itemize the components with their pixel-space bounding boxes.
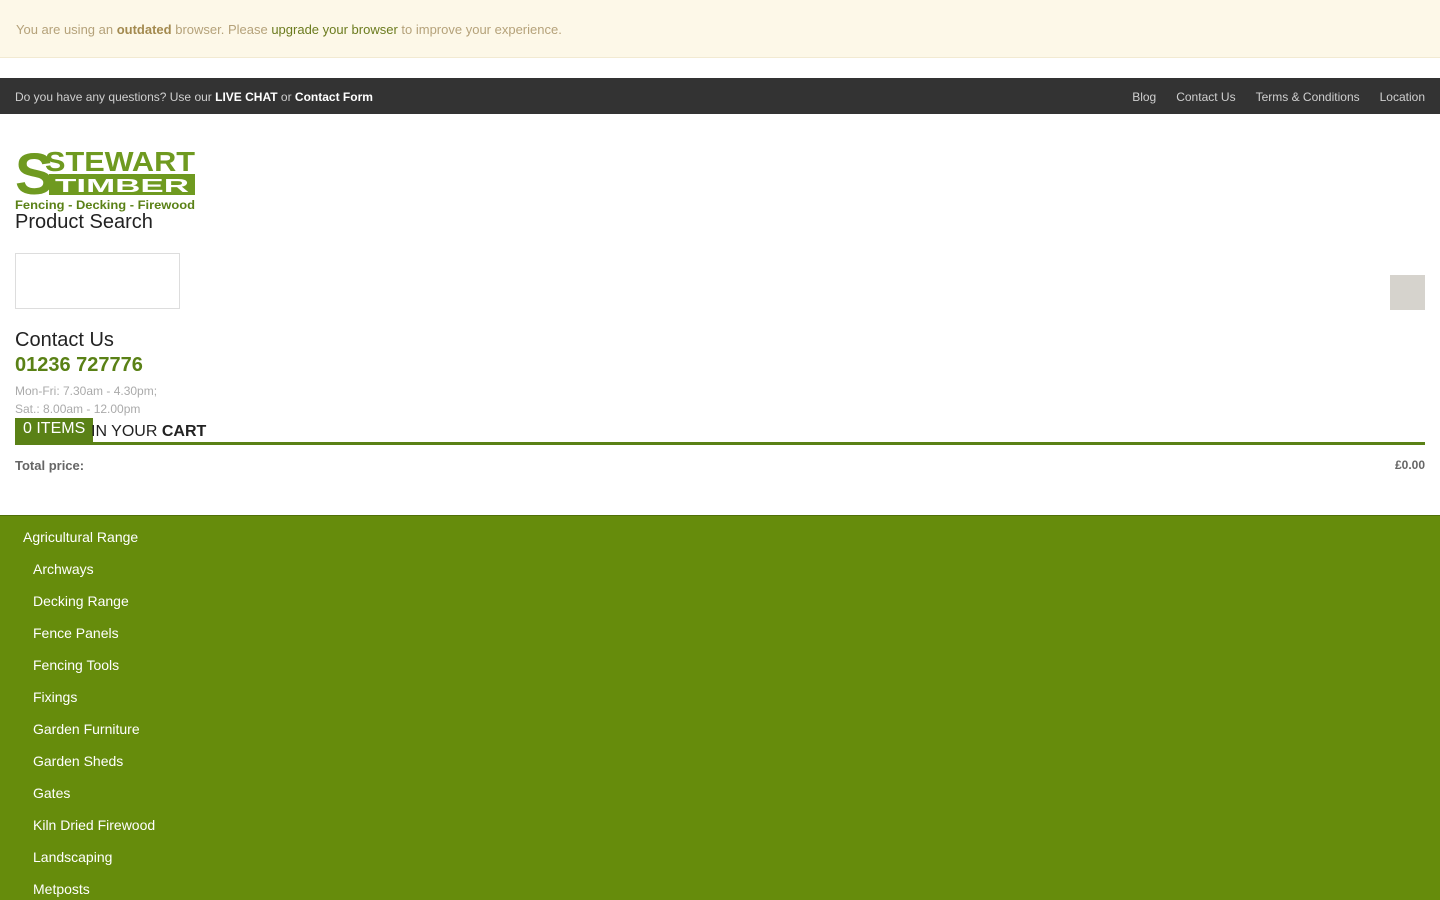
phone-number[interactable]: 01236 727776 — [15, 354, 143, 377]
menu-item-garden-sheds[interactable]: Garden Sheds — [0, 753, 1440, 785]
top-bar: Do you have any questions? Use our LIVE … — [0, 78, 1440, 114]
menu-item-agricultural-range[interactable]: Agricultural Range — [0, 529, 1440, 561]
menu-item-fence-panels[interactable]: Fence Panels — [0, 625, 1440, 657]
cart-word: CART — [161, 423, 207, 440]
contact-form-link[interactable]: Contact Form — [295, 90, 373, 104]
questions-text: Do you have any questions? Use our LIVE … — [15, 90, 373, 104]
menu-item-landscaping[interactable]: Landscaping — [0, 849, 1440, 881]
menu-item-archways[interactable]: Archways — [0, 561, 1440, 593]
total-price-label: Total price: — [15, 458, 85, 473]
outdated-browser-alert: You are using an outdated browser. Pleas… — [0, 0, 1440, 58]
top-nav-terms[interactable]: Terms & Conditions — [1256, 90, 1360, 104]
hours-saturday: Sat.: 8.00am - 12.00pm — [15, 402, 141, 416]
cart-in-your: IN YOUR — [91, 423, 162, 440]
category-menu: Agricultural Range Archways Decking Rang… — [0, 515, 1440, 900]
product-search-title: Product Search — [15, 211, 153, 233]
product-search-input[interactable] — [15, 253, 180, 309]
menu-item-fixings[interactable]: Fixings — [0, 689, 1440, 721]
alert-text-suffix: to improve your experience. — [397, 22, 562, 37]
upgrade-browser-link[interactable]: upgrade your browser — [271, 22, 397, 37]
logo-tagline: Fencing - Decking - Firewood — [15, 198, 195, 212]
opening-hours: Mon-Fri: 7.30am - 4.30pm; Sat.: 8.00am -… — [15, 382, 157, 418]
logo-word-timber: TIMBER — [55, 176, 189, 196]
questions-or: or — [277, 90, 295, 104]
contact-us-title: Contact Us — [15, 329, 114, 351]
logo-word-stewart: STEWART — [45, 146, 195, 177]
top-nav-blog[interactable]: Blog — [1132, 90, 1156, 104]
search-submit-button[interactable] — [1390, 275, 1425, 310]
alert-text-strong: outdated — [116, 22, 172, 37]
menu-item-kiln-dried-firewood[interactable]: Kiln Dried Firewood — [0, 817, 1440, 849]
alert-text-middle: browser. Please — [171, 22, 272, 37]
menu-item-decking-range[interactable]: Decking Range — [0, 593, 1440, 625]
top-nav-location[interactable]: Location — [1380, 90, 1425, 104]
top-nav: Blog Contact Us Terms & Conditions Locat… — [1132, 90, 1425, 104]
cart-divider — [15, 442, 1425, 445]
stewart-timber-logo[interactable]: S STEWART TIMBER Fencing - Decking - Fir… — [15, 144, 195, 212]
menu-item-fencing-tools[interactable]: Fencing Tools — [0, 657, 1440, 689]
live-chat-link[interactable]: LIVE CHAT — [215, 90, 277, 104]
menu-item-garden-furniture[interactable]: Garden Furniture — [0, 721, 1440, 753]
questions-prefix: Do you have any questions? Use our — [15, 90, 216, 104]
top-nav-contact-us[interactable]: Contact Us — [1176, 90, 1235, 104]
menu-item-gates[interactable]: Gates — [0, 785, 1440, 817]
hours-weekday: Mon-Fri: 7.30am - 4.30pm; — [15, 384, 158, 398]
total-price-value: £0.00 — [1394, 458, 1425, 472]
menu-item-metposts[interactable]: Metposts — [0, 881, 1440, 900]
cart-heading[interactable]: IN YOUR CART — [91, 423, 206, 441]
alert-text-prefix: You are using an — [16, 22, 117, 37]
cart-items-badge[interactable]: 0 ITEMS — [15, 418, 94, 442]
